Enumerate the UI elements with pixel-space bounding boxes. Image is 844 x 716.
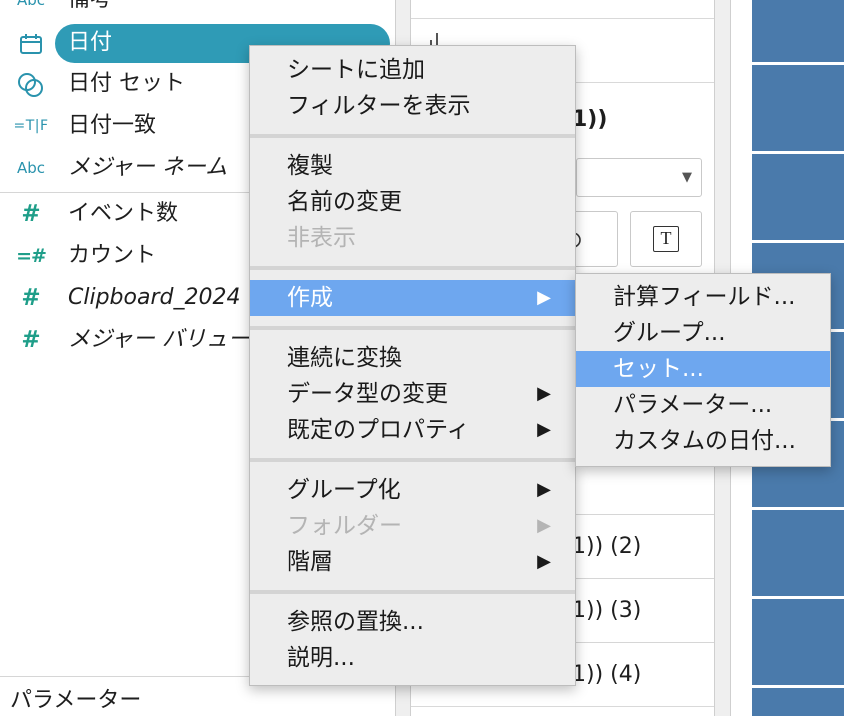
menu-item-label: 名前の変更 [287,189,402,215]
menu-item-label: 既定のプロパティ [287,417,470,443]
calc-number-icon: =# [16,245,47,267]
menu-separator [250,124,575,148]
menu-item-hierarchy[interactable]: 階層 ▶ [250,544,575,580]
menu-item-label: データ型の変更 [287,381,448,407]
menu-item-duplicate[interactable]: 複製 [250,148,575,184]
field-context-menu: シートに追加 フィルターを表示 複製 名前の変更 非表示 作成 ▶ 連続に変換 … [249,45,576,686]
menu-item-label: 計算フィールド... [613,284,796,310]
submenu-arrow-icon: ▶ [537,419,551,440]
set-icon [8,64,54,104]
divider [411,18,714,19]
marks-card-title: 1)) [572,107,608,132]
menu-item-create[interactable]: 作成 ▶ [250,280,575,316]
submenu-item-custom-date[interactable]: カスタムの日付... [576,423,830,459]
submenu-item-set[interactable]: セット... [576,351,830,387]
menu-separator [250,580,575,604]
menu-separator [250,316,575,340]
divider [411,706,714,707]
submenu-arrow-icon: ▶ [537,383,551,404]
field-label: カウント [68,243,157,268]
abc-icon: Abc [16,159,46,177]
label-button[interactable]: T [630,211,702,267]
menu-item-show-filter[interactable]: フィルターを表示 [250,88,575,124]
abc-icon: Abc [16,0,46,9]
submenu-item-calculated-field[interactable]: 計算フィールド... [576,279,830,315]
menu-item-folders: フォルダー ▶ [250,508,575,544]
menu-item-label: 非表示 [287,225,356,251]
menu-item-group-by[interactable]: グループ化 ▶ [250,472,575,508]
menu-item-label: 説明... [287,645,355,671]
menu-item-label: グループ... [613,320,726,346]
parameters-heading: パラメーター [10,688,142,713]
label-icon: T [653,226,679,252]
menu-item-label: 連続に変換 [287,345,402,371]
field-label: 備考 [68,0,112,20]
calendar-icon [8,23,54,63]
chevron-down-icon: ▼ [682,170,692,185]
menu-item-label: グループ化 [287,477,401,503]
number-icon: # [21,327,41,353]
menu-item-default-properties[interactable]: 既定のプロパティ ▶ [250,412,575,448]
menu-item-label: カスタムの日付... [613,428,796,454]
menu-item-change-data-type[interactable]: データ型の変更 ▶ [250,376,575,412]
menu-item-label: フォルダー [287,513,402,539]
menu-item-label: フィルターを表示 [287,93,471,119]
menu-item-replace-references[interactable]: 参照の置換... [250,604,575,640]
shelf-row-label: 1)) (3) [572,598,642,623]
menu-item-label: セット... [613,356,704,382]
menu-item-label: パラメーター... [613,392,773,418]
shelf-row-label: 1)) (2) [572,534,642,559]
field-label: イベント数 [68,201,179,226]
create-submenu: 計算フィールド... グループ... セット... パラメーター... カスタム… [575,273,831,467]
field-label: Clipboard_2024 [68,285,241,310]
menu-item-rename[interactable]: 名前の変更 [250,184,575,220]
menu-item-label: 参照の置換... [287,609,424,635]
submenu-arrow-icon: ▶ [537,515,551,536]
field-label: 日付一致 [68,113,157,138]
submenu-item-parameter[interactable]: パラメーター... [576,387,830,423]
shelf-row-label: 1)) (4) [572,662,642,687]
number-icon: # [21,201,41,227]
field-label: 日付 [68,30,113,55]
submenu-arrow-icon: ▶ [537,287,551,308]
menu-item-label: シートに追加 [287,57,425,83]
menu-item-describe[interactable]: 説明... [250,640,575,676]
boolean-calc-icon: =T|F [13,118,49,134]
field-label: 日付 セット [68,71,185,96]
field-item-remarks[interactable]: Abc 備考 [0,0,395,20]
menu-item-convert-to-continuous[interactable]: 連続に変換 [250,340,575,376]
menu-separator [250,448,575,472]
submenu-item-group[interactable]: グループ... [576,315,830,351]
submenu-arrow-icon: ▶ [537,551,551,572]
menu-item-hide: 非表示 [250,220,575,256]
menu-item-add-to-sheet[interactable]: シートに追加 [250,52,575,88]
mark-type-dropdown[interactable]: ▼ [576,158,702,197]
menu-separator [250,256,575,280]
number-icon: # [21,285,41,311]
menu-item-label: 複製 [287,153,333,179]
menu-item-label: 階層 [287,549,333,575]
field-label: メジャー ネーム [68,155,228,180]
menu-item-label: 作成 [287,285,333,311]
field-label: メジャー バリュー [68,327,250,352]
submenu-arrow-icon: ▶ [537,479,551,500]
